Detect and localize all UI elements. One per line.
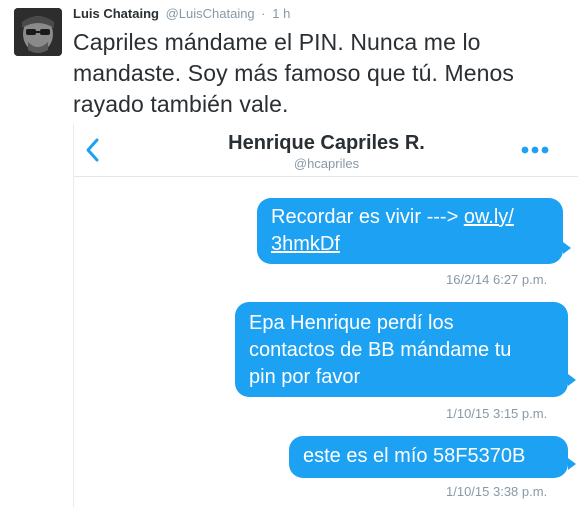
dm-screenshot[interactable]: Henrique Capriles R. @hcapriles Recordar… [73, 124, 578, 507]
tweet-timestamp[interactable]: 1 h [272, 6, 290, 21]
separator: · [261, 6, 266, 21]
message-timestamp: 1/10/15 3:15 p.m. [446, 406, 548, 421]
message-text: contactos de BB mándame tu [249, 339, 512, 361]
message-bubble: este es el mío 58F5370B [289, 436, 568, 478]
tweet-header: Luis Chataing @LuisChataing · 1 h [73, 6, 290, 21]
message-link[interactable]: ow.ly/ [464, 206, 514, 228]
tweet-text: Capriles mándame el PIN. Nunca me lo man… [73, 29, 515, 117]
bubble-tail [568, 458, 576, 470]
message-link-continued[interactable]: 3hmkDf [271, 233, 340, 255]
message-timestamp: 16/2/14 6:27 p.m. [446, 272, 548, 287]
avatar[interactable] [14, 8, 62, 56]
author-handle[interactable]: @LuisChataing [166, 6, 255, 21]
message-timestamp: 1/10/15 3:38 p.m. [446, 484, 548, 499]
avatar-photo [14, 8, 62, 56]
message-text: pin por favor [249, 366, 361, 388]
contact-handle: @hcapriles [293, 156, 360, 171]
message-bubble: Epa Henrique perdí los contactos de BB m… [235, 302, 568, 397]
bubble-tail [563, 242, 571, 254]
message-text: este es el mío 58F5370B [303, 445, 526, 467]
more-button[interactable] [517, 138, 553, 162]
more-dots-icon [521, 146, 549, 154]
bubble-tail [568, 374, 576, 386]
message-bubble: Recordar es vivir ---> ow.ly/ 3hmkDf [257, 198, 563, 264]
author-name[interactable]: Luis Chataing [73, 6, 159, 21]
message-text: Recordar es vivir ---> [271, 206, 464, 228]
message-text: Epa Henrique perdí los [249, 312, 454, 334]
contact-name: Henrique Capriles R. [228, 132, 425, 154]
dm-header: Henrique Capriles R. @hcapriles [74, 124, 578, 177]
